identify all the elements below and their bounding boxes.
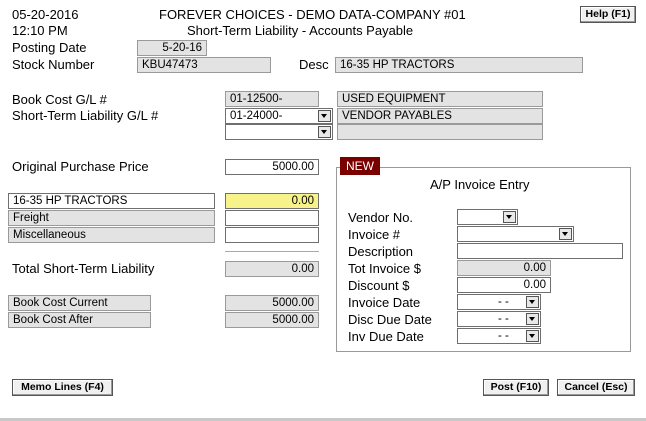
line-label-field[interactable]: 16-35 HP TRACTORS	[8, 193, 215, 209]
description-field[interactable]	[457, 243, 623, 259]
stl-gl-name: VENDOR PAYABLES	[337, 108, 543, 124]
inv-due-date-value: - -	[498, 330, 509, 342]
book-cost-after-field: 5000.00	[225, 312, 319, 328]
miscellaneous-label: Miscellaneous	[8, 227, 215, 243]
total-divider	[225, 251, 319, 252]
stock-number-label: Stock Number	[12, 57, 95, 72]
stl-gl-field[interactable]: 01-24000-	[225, 108, 333, 124]
stl-gl-label: Short-Term Liability G/L #	[12, 108, 159, 123]
inv-due-date-field[interactable]: - -	[457, 328, 541, 344]
discount-field[interactable]: 0.00	[457, 277, 551, 293]
book-cost-current-label: Book Cost Current	[8, 295, 151, 311]
tot-invoice-label: Tot Invoice $	[348, 261, 421, 276]
inv-due-date-label: Inv Due Date	[348, 329, 424, 344]
disc-due-date-label: Disc Due Date	[348, 312, 432, 327]
chevron-down-icon[interactable]	[526, 313, 539, 325]
purchase-price-field[interactable]: 5000.00	[225, 159, 319, 175]
third-gl-field[interactable]	[225, 124, 333, 140]
stl-gl-value: 01-24000-	[230, 110, 283, 122]
page-subtitle: Short-Term Liability - Accounts Payable	[187, 23, 414, 38]
line-amount-field[interactable]: 0.00	[225, 193, 319, 209]
date-display: 05-20-2016	[12, 7, 79, 22]
total-stl-label: Total Short-Term Liability	[12, 261, 155, 276]
freight-label: Freight	[8, 210, 215, 226]
vendor-label: Vendor No.	[348, 210, 414, 225]
book-cost-current-field: 5000.00	[225, 295, 319, 311]
vendor-field[interactable]	[457, 209, 518, 225]
invoice-number-label: Invoice #	[348, 227, 401, 242]
desc-label: Desc	[299, 57, 329, 72]
book-cost-after-label: Book Cost After	[8, 312, 151, 328]
chevron-down-icon[interactable]	[559, 228, 572, 240]
invoice-panel-title: A/P Invoice Entry	[430, 177, 530, 192]
company-title: FOREVER CHOICES - DEMO DATA-COMPANY #01	[159, 7, 466, 22]
cancel-button[interactable]: Cancel (Esc)	[557, 379, 635, 396]
tot-invoice-field: 0.00	[457, 260, 551, 276]
invoice-date-value: - -	[498, 296, 509, 308]
book-cost-gl-label: Book Cost G/L #	[12, 92, 107, 107]
invoice-date-field[interactable]: - -	[457, 294, 541, 310]
chevron-down-icon[interactable]	[526, 330, 539, 342]
time-display: 12:10 PM	[12, 23, 68, 38]
chevron-down-icon[interactable]	[526, 296, 539, 308]
chevron-down-icon[interactable]	[503, 211, 516, 223]
freight-amount-field[interactable]	[225, 210, 319, 226]
post-button[interactable]: Post (F10)	[483, 379, 549, 396]
help-button[interactable]: Help (F1)	[580, 6, 636, 23]
desc-field[interactable]: 16-35 HP TRACTORS	[335, 57, 583, 73]
invoice-date-label: Invoice Date	[348, 295, 421, 310]
miscellaneous-amount-field[interactable]	[225, 227, 319, 243]
disc-due-date-field[interactable]: - -	[457, 311, 541, 327]
new-badge: NEW	[340, 157, 380, 175]
chevron-down-icon[interactable]	[318, 110, 331, 122]
invoice-number-field[interactable]	[457, 226, 574, 242]
purchase-price-label: Original Purchase Price	[12, 159, 149, 174]
book-cost-gl-name: USED EQUIPMENT	[337, 91, 543, 107]
stock-number-field[interactable]: KBU47473	[137, 57, 271, 73]
posting-date-label: Posting Date	[12, 40, 87, 55]
description-label: Description	[348, 244, 414, 259]
memo-lines-button[interactable]: Memo Lines (F4)	[12, 379, 113, 396]
total-stl-field: 0.00	[225, 261, 319, 277]
third-gl-name	[337, 124, 543, 140]
discount-label: Discount $	[348, 278, 410, 293]
book-cost-gl-field[interactable]: 01-12500-	[225, 91, 319, 107]
posting-date-field[interactable]: 5-20-16	[137, 40, 207, 56]
disc-due-date-value: - -	[498, 313, 509, 325]
chevron-down-icon[interactable]	[318, 126, 331, 138]
